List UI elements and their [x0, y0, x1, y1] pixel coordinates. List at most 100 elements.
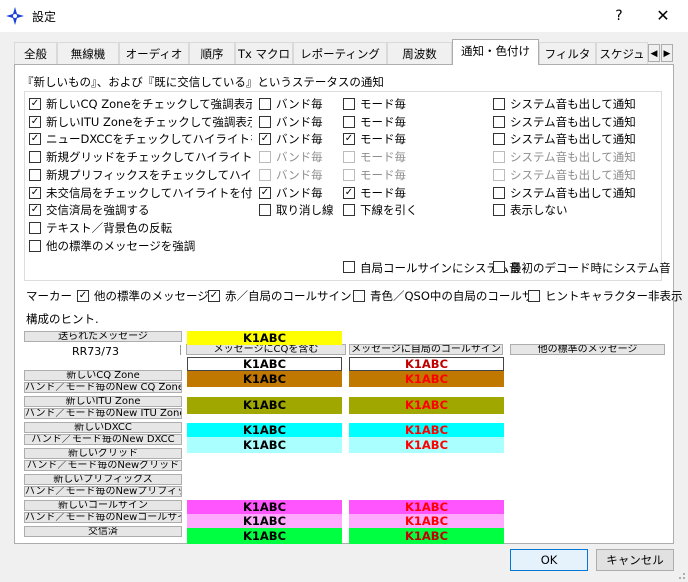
help-button[interactable]: ?: [604, 4, 634, 28]
color-button-0[interactable]: 送られたメッセージ: [24, 331, 182, 342]
notify-checkbox-1[interactable]: ✓: [29, 115, 41, 128]
tab-5[interactable]: レポーティング: [293, 42, 387, 64]
color-button-5[interactable]: 新しいDXCC: [24, 422, 182, 433]
mode-label-6: 下線を引く: [360, 203, 418, 218]
notify-label-5: 未交信局をチェックしてハイライトを付ける: [46, 185, 252, 200]
sample-swatch: K1ABC: [349, 423, 504, 437]
marker-checkbox-0[interactable]: ✓: [77, 290, 89, 302]
notify-checkbox-2[interactable]: ✓: [29, 133, 41, 146]
marker-checkbox-2[interactable]: [353, 290, 365, 302]
sound-checkbox-4[interactable]: [493, 168, 505, 181]
color-button-13[interactable]: 交信済: [24, 526, 182, 537]
sample-swatch: K1ABC: [187, 357, 342, 371]
color-button-3[interactable]: 新しいITU Zone: [24, 396, 182, 407]
sample-swatch: K1ABC: [187, 500, 342, 514]
sample-swatch: K1ABC: [187, 371, 342, 387]
band-checkbox-4[interactable]: [259, 168, 271, 181]
tab-scroll-right-icon[interactable]: ▶: [661, 44, 673, 62]
tab-8[interactable]: フィルタ: [539, 42, 596, 64]
sample-swatch: K1ABC: [349, 437, 504, 453]
mode-checkbox-2[interactable]: ✓: [343, 133, 355, 146]
tab-7[interactable]: 通知・色付け: [452, 39, 539, 65]
mode-label-0: モード毎: [360, 97, 406, 111]
sound-label-4: システム音も出して通知: [510, 167, 636, 182]
own-call-sound-checkbox[interactable]: [343, 261, 355, 273]
notify-label-4: 新規プリフィックスをチェックしてハイライトを付け: [46, 167, 252, 182]
color-button-2[interactable]: バンド／モード毎のNew CQ Zone: [24, 382, 182, 393]
color-button-6[interactable]: バンド／モード毎のNew DXCC: [24, 434, 182, 445]
app-icon: [6, 7, 24, 25]
column-button-0[interactable]: メッセージにCQを含む: [186, 344, 346, 355]
color-button-10[interactable]: バンド／モード毎のNewプリフィックス: [24, 486, 182, 497]
notify-checkbox-5[interactable]: ✓: [29, 186, 41, 199]
tab-scroll-left-icon[interactable]: ◀: [648, 44, 660, 62]
band-checkbox-6[interactable]: [259, 204, 271, 217]
tab-3[interactable]: 順序: [189, 42, 235, 64]
mode-checkbox-0[interactable]: [343, 98, 355, 110]
hint-title: 構成のヒント.: [26, 312, 99, 326]
column-button-1[interactable]: メッセージに自局のコールサイン: [349, 344, 503, 355]
tab-6[interactable]: 周波数: [387, 42, 452, 64]
color-button-4[interactable]: バンド／モード毎のNew ITU Zone: [24, 408, 182, 419]
sound-checkbox-5[interactable]: [493, 186, 505, 199]
cancel-button[interactable]: キャンセル: [596, 549, 674, 571]
mode-checkbox-5[interactable]: ✓: [343, 186, 355, 199]
sound-checkbox-0[interactable]: [493, 98, 505, 110]
tab-9[interactable]: スケジュ: [596, 42, 648, 64]
notify-label-8: 他の標準のメッセージを強調: [46, 238, 196, 253]
band-checkbox-2[interactable]: ✓: [259, 133, 271, 146]
rr73-label: RR73/73: [72, 345, 119, 358]
color-button-9[interactable]: 新しいプリフィックス: [24, 474, 182, 485]
sample-swatch: K1ABC: [187, 437, 342, 453]
mode-checkbox-4[interactable]: [343, 168, 355, 181]
sound-label-1: システム音も出して通知: [510, 114, 636, 129]
close-button[interactable]: ✕: [645, 4, 681, 28]
notify-checkbox-3[interactable]: [29, 151, 41, 164]
tab-0[interactable]: 全般: [14, 42, 57, 64]
sound-checkbox-3[interactable]: [493, 151, 505, 164]
notify-checkbox-6[interactable]: ✓: [29, 204, 41, 217]
band-checkbox-3[interactable]: [259, 151, 271, 164]
first-decode-sound-checkbox[interactable]: [493, 261, 505, 273]
sound-checkbox-1[interactable]: [493, 115, 505, 128]
notify-label-7: テキスト／背景色の反転: [46, 220, 173, 235]
mode-checkbox-6[interactable]: [343, 204, 355, 217]
tab-4[interactable]: Tx マクロ: [235, 42, 293, 64]
sample-swatch: K1ABC: [349, 397, 504, 414]
column-button-2[interactable]: 他の標準のメッセージ: [510, 344, 665, 355]
color-button-11[interactable]: 新しいコールサイン: [24, 500, 182, 511]
notify-label-1: 新しいITU Zoneをチェックして強調表示する: [46, 114, 252, 129]
sound-label-6: 表示しない: [510, 203, 568, 218]
color-button-8[interactable]: バンド／モード毎のNewグリッド: [24, 460, 182, 471]
notify-checkbox-8[interactable]: [29, 239, 41, 252]
color-button-12[interactable]: バンド／モード毎のNewコールサイン: [24, 512, 182, 523]
band-checkbox-5[interactable]: ✓: [259, 186, 271, 199]
band-label-1: バンド毎: [276, 114, 323, 129]
notify-checkbox-4[interactable]: [29, 168, 41, 181]
notify-checkbox-0[interactable]: ✓: [29, 98, 41, 110]
tab-1[interactable]: 無線機: [57, 42, 119, 64]
marker-checkbox-3[interactable]: [528, 290, 540, 302]
notify-label-3: 新規グリッドをチェックしてハイライトを付ける: [46, 150, 252, 165]
sound-label-5: システム音も出して通知: [510, 185, 636, 200]
band-checkbox-1[interactable]: [259, 115, 271, 128]
notify-checkbox-7[interactable]: [29, 221, 41, 234]
tab-2[interactable]: オーディオ: [119, 42, 189, 64]
sample-swatch: K1ABC: [349, 528, 504, 544]
sample-swatch: K1ABC: [187, 514, 342, 528]
sound-checkbox-6[interactable]: [493, 204, 505, 217]
ok-button[interactable]: OK: [510, 549, 588, 571]
band-label-3: バンド毎: [276, 150, 323, 165]
band-label-0: バンド毎: [276, 97, 323, 111]
mode-checkbox-1[interactable]: [343, 115, 355, 128]
window-title: 設定: [32, 10, 57, 24]
sample-swatch: K1ABC: [349, 357, 504, 371]
marker-checkbox-1[interactable]: ✓: [208, 290, 220, 302]
band-checkbox-0[interactable]: [259, 98, 271, 110]
mode-checkbox-3[interactable]: [343, 151, 355, 164]
resize-grip-icon[interactable]: [676, 570, 686, 580]
sound-checkbox-2[interactable]: [493, 133, 505, 146]
color-button-1[interactable]: 新しいCQ Zone: [24, 370, 182, 381]
mode-label-4: モード毎: [360, 167, 406, 182]
color-button-7[interactable]: 新しいグリッド: [24, 448, 182, 459]
